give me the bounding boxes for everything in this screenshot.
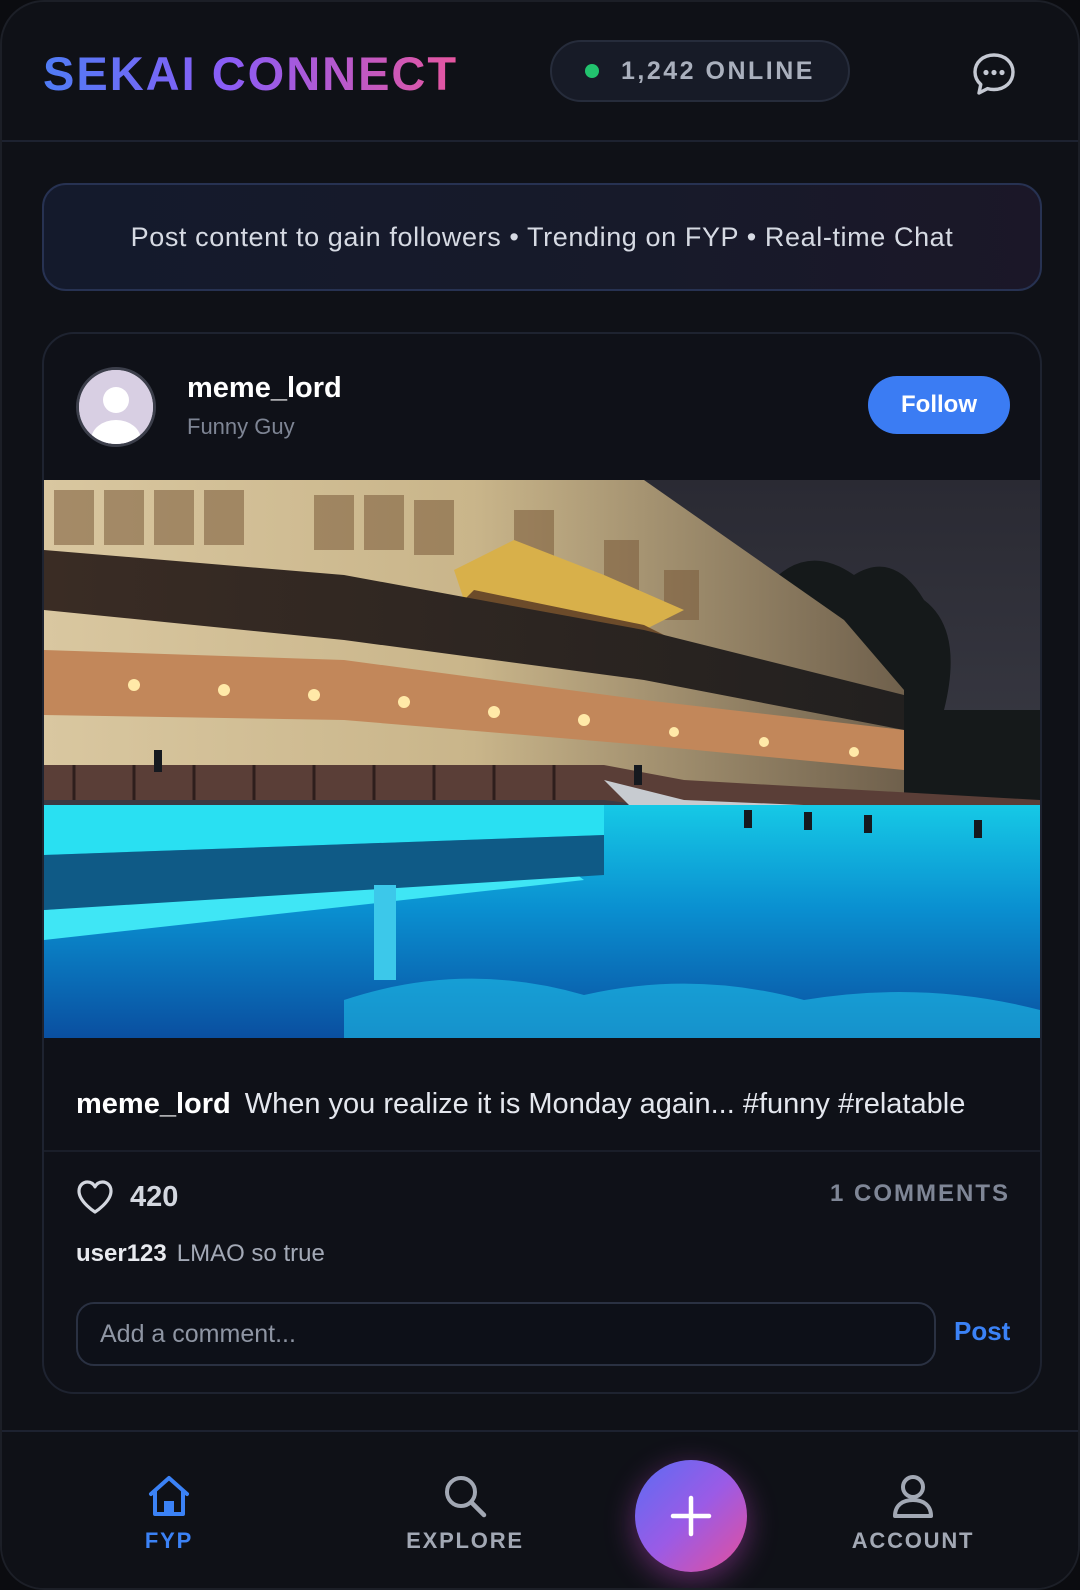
follow-button[interactable]: Follow [868,376,1010,434]
night-bridge-photo [44,480,1040,1038]
comment-text: LMAO so true [176,1240,325,1267]
comment-item: user123 LMAO so true [76,1240,325,1268]
divider [44,1150,1040,1152]
top-header: SEKAI CONNECT 1,242 ONLINE [2,2,1078,142]
chat-bubble-icon [973,53,1015,95]
comment-input[interactable] [76,1302,936,1366]
like-button[interactable]: 420 [76,1176,178,1218]
user-subtitle: Funny Guy [187,414,295,439]
online-dot-icon [585,64,600,78]
post-image[interactable] [44,480,1040,1038]
home-icon [149,1476,189,1516]
plus-icon [670,1495,712,1537]
like-count: 420 [130,1180,179,1213]
post-card: meme_lord Funny Guy Follow meme_lord Whe… [42,332,1042,1394]
app-frame: SEKAI CONNECT 1,242 ONLINE Post content … [0,0,1080,1590]
post-header: meme_lord Funny Guy Follow [44,334,1040,480]
nav-item-explore[interactable]: EXPLORE [375,1472,555,1554]
brand-logo[interactable]: SEKAI CONNECT [43,46,458,101]
nav-label-fyp: FYP [144,1528,194,1553]
online-count: 1,242 ONLINE [621,56,815,85]
create-post-button[interactable] [635,1460,747,1572]
default-avatar-icon [79,370,153,444]
caption-text: When you realize it is Monday again... #… [244,1088,966,1120]
user-icon [893,1475,933,1518]
chat-button[interactable] [970,50,1018,98]
post-username[interactable]: meme_lord [187,372,342,405]
nav-item-account[interactable]: ACCOUNT [823,1472,1003,1554]
nav-item-fyp[interactable]: FYP [79,1472,259,1554]
search-icon [445,1476,487,1518]
post-caption: meme_lord When you realize it is Monday a… [76,1088,1020,1121]
comments-count[interactable]: 1 COMMENTS [830,1180,1010,1208]
nav-label-explore: EXPLORE [406,1528,524,1553]
online-status-badge: 1,242 ONLINE [550,40,850,102]
nav-label-account: ACCOUNT [851,1528,975,1553]
heart-icon [77,1180,113,1214]
avatar[interactable] [76,367,156,447]
comment-username[interactable]: user123 [76,1240,167,1267]
banner-text: Post content to gain followers • Trendin… [130,221,954,252]
caption-username[interactable]: meme_lord [76,1088,231,1120]
post-comment-button[interactable]: Post [954,1316,1010,1347]
bottom-nav: FYP EXPLORE ACCOUNT [2,1430,1078,1588]
info-banner: Post content to gain followers • Trendin… [42,183,1042,291]
